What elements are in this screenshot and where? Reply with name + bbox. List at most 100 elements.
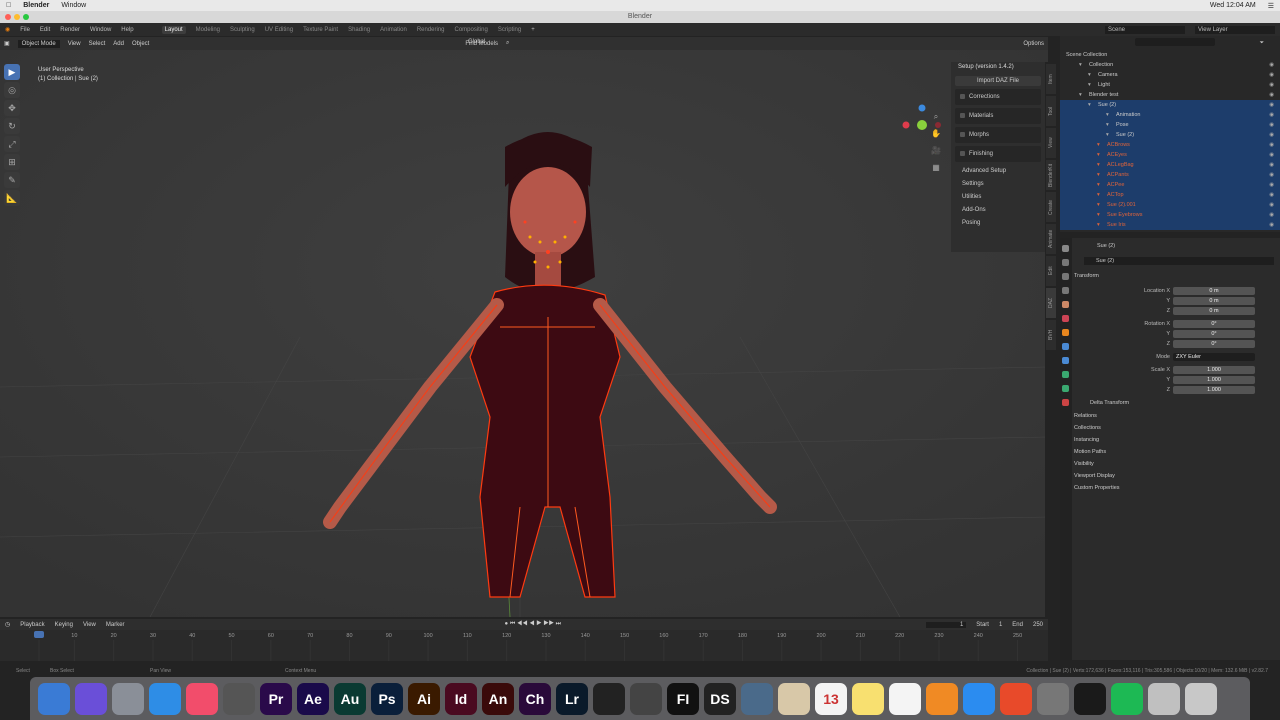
visibility-icon[interactable]: ◉ (1269, 180, 1274, 190)
section-visibility[interactable]: Visibility (1074, 459, 1094, 469)
davinci-icon[interactable] (593, 682, 625, 715)
books-icon[interactable] (926, 682, 958, 715)
outliner-row[interactable]: ▾ ACBrows ◉ (1060, 140, 1280, 150)
notes-icon[interactable] (852, 682, 884, 715)
materials-toggle[interactable]: Materials (955, 108, 1041, 124)
visibility-icon[interactable]: ◉ (1269, 170, 1274, 180)
music-icon[interactable] (186, 682, 218, 715)
viewport-menu-view[interactable]: View (68, 41, 81, 47)
app-menu[interactable]: Blender (23, 2, 49, 9)
expand-icon[interactable]: ▾ (1097, 150, 1100, 160)
expand-icon[interactable]: ▾ (1097, 220, 1100, 230)
visibility-icon[interactable]: ◉ (1269, 130, 1274, 140)
tab-view[interactable]: View (1046, 128, 1056, 158)
grid-view-icon[interactable]: ▦ (930, 159, 942, 176)
close-icon[interactable] (5, 14, 11, 20)
physics-props-icon[interactable] (1062, 371, 1069, 378)
outliner-row[interactable]: ▾ Sue (2) ◉ (1060, 130, 1280, 140)
settings-item[interactable]: Settings (955, 178, 1041, 190)
measure-tool-icon[interactable]: 📐 (4, 190, 20, 206)
current-frame-field[interactable]: 1 (926, 621, 967, 628)
transform-section[interactable]: Transform (1074, 271, 1099, 281)
menu-window[interactable]: Window (90, 27, 111, 33)
visibility-icon[interactable]: ◉ (1269, 110, 1274, 120)
annotate-tool-icon[interactable]: ✎ (4, 172, 20, 188)
section-custom-properties[interactable]: Custom Properties (1074, 483, 1120, 493)
property-field[interactable]: 1.000 (1173, 386, 1255, 394)
scene-props-icon[interactable] (1062, 301, 1069, 308)
expand-icon[interactable]: ▾ (1097, 140, 1100, 150)
expand-icon[interactable]: ▾ (1097, 160, 1100, 170)
timeline-menu-playback[interactable]: Playback (20, 622, 44, 628)
visibility-icon[interactable]: ◉ (1269, 60, 1274, 70)
add-workspace-icon[interactable]: + (531, 27, 535, 33)
expand-icon[interactable]: ▾ (1106, 110, 1109, 120)
clock[interactable]: Wed 12:04 AM (1210, 2, 1256, 9)
move-tool-icon[interactable]: ✥ (4, 100, 20, 116)
outliner-row[interactable]: ▾ ACPee ◉ (1060, 180, 1280, 190)
property-field[interactable]: 1.000 (1173, 376, 1255, 384)
3d-viewport[interactable] (0, 37, 1048, 617)
photoshop-icon[interactable]: Ps (371, 682, 403, 715)
material-props-icon[interactable] (1062, 399, 1069, 406)
tab-shading[interactable]: Shading (348, 27, 370, 33)
outliner-row[interactable]: ▾ Sue Iris ◉ (1060, 220, 1280, 230)
viewport-menu-add[interactable]: Add (113, 41, 124, 47)
visibility-icon[interactable]: ◉ (1269, 140, 1274, 150)
zoom-icon[interactable] (23, 14, 29, 20)
tab-tool[interactable]: Tool (1046, 96, 1056, 126)
editor-type-icon[interactable]: ▣ (4, 40, 10, 47)
playhead[interactable] (34, 631, 44, 638)
tab-create[interactable]: Create (1046, 192, 1056, 222)
output-props-icon[interactable] (1062, 273, 1069, 280)
minimize-icon[interactable] (14, 14, 20, 20)
timeline-menu-marker[interactable]: Marker (106, 622, 125, 628)
audition-icon[interactable]: Au (334, 682, 366, 715)
safari-icon[interactable] (149, 682, 181, 715)
finishing-toggle[interactable]: Finishing (955, 146, 1041, 162)
property-field[interactable]: 0° (1173, 340, 1255, 348)
mode-selector[interactable]: Object Mode (17, 39, 60, 48)
after-effects-icon[interactable]: Ae (297, 682, 329, 715)
select-tool-icon[interactable]: ▶ (4, 64, 20, 80)
options-button[interactable]: Options (1023, 41, 1044, 47)
finder-icon[interactable] (38, 682, 70, 715)
expand-icon[interactable]: ▾ (1106, 130, 1109, 140)
end-frame-field[interactable]: 250 (1033, 622, 1043, 628)
visibility-icon[interactable]: ◉ (1269, 90, 1274, 100)
outliner-root[interactable]: Scene Collection (1060, 50, 1280, 60)
view-layer-props-icon[interactable] (1062, 287, 1069, 294)
fi-icon[interactable]: FI (667, 682, 699, 715)
tab-rendering[interactable]: Rendering (417, 27, 445, 33)
expand-icon[interactable]: ▾ (1088, 70, 1091, 80)
trash-icon[interactable] (1185, 682, 1217, 715)
add-ons-item[interactable]: Add-Ons (955, 204, 1041, 216)
lightroom-icon[interactable]: Lr (556, 682, 588, 715)
rotation-mode-dropdown[interactable]: ZXY Euler (1173, 353, 1255, 361)
visibility-icon[interactable]: ◉ (1269, 210, 1274, 220)
visibility-icon[interactable]: ◉ (1269, 120, 1274, 130)
tab-edit[interactable]: Edit (1046, 256, 1056, 286)
tab-modeling[interactable]: Modeling (196, 27, 220, 33)
view-layer-selector[interactable]: View Layer (1195, 25, 1275, 34)
section-collections[interactable]: Collections (1074, 423, 1101, 433)
folder-icon[interactable] (1148, 682, 1180, 715)
menu-render[interactable]: Render (60, 27, 80, 33)
outliner-row[interactable]: ▾ Blender test ◉ (1060, 90, 1280, 100)
cursor-tool-icon[interactable]: ◎ (4, 82, 20, 98)
system-preferences-icon[interactable] (1037, 682, 1069, 715)
property-field[interactable]: 1.000 (1173, 366, 1255, 374)
utilities-item[interactable]: Utilities (955, 191, 1041, 203)
quicktime-icon[interactable] (1074, 682, 1106, 715)
visibility-icon[interactable]: ◉ (1269, 190, 1274, 200)
viewport-menu-select[interactable]: Select (89, 41, 106, 47)
outliner-row[interactable]: ▾ Light ◉ (1060, 80, 1280, 90)
playback-controls[interactable]: ● ⏮ ◀◀ ◀ ▶ ▶▶ ⏭ (505, 621, 562, 628)
expand-icon[interactable]: ▾ (1106, 120, 1109, 130)
daz-studio-icon[interactable]: DS (704, 682, 736, 715)
apple-icon[interactable]:  (6, 2, 11, 9)
tab-layout[interactable]: Layout (161, 25, 186, 34)
transform-tool-icon[interactable]: ⊞ (4, 154, 20, 170)
section-viewport-display[interactable]: Viewport Display (1074, 471, 1115, 481)
section-relations[interactable]: Relations (1074, 411, 1097, 421)
